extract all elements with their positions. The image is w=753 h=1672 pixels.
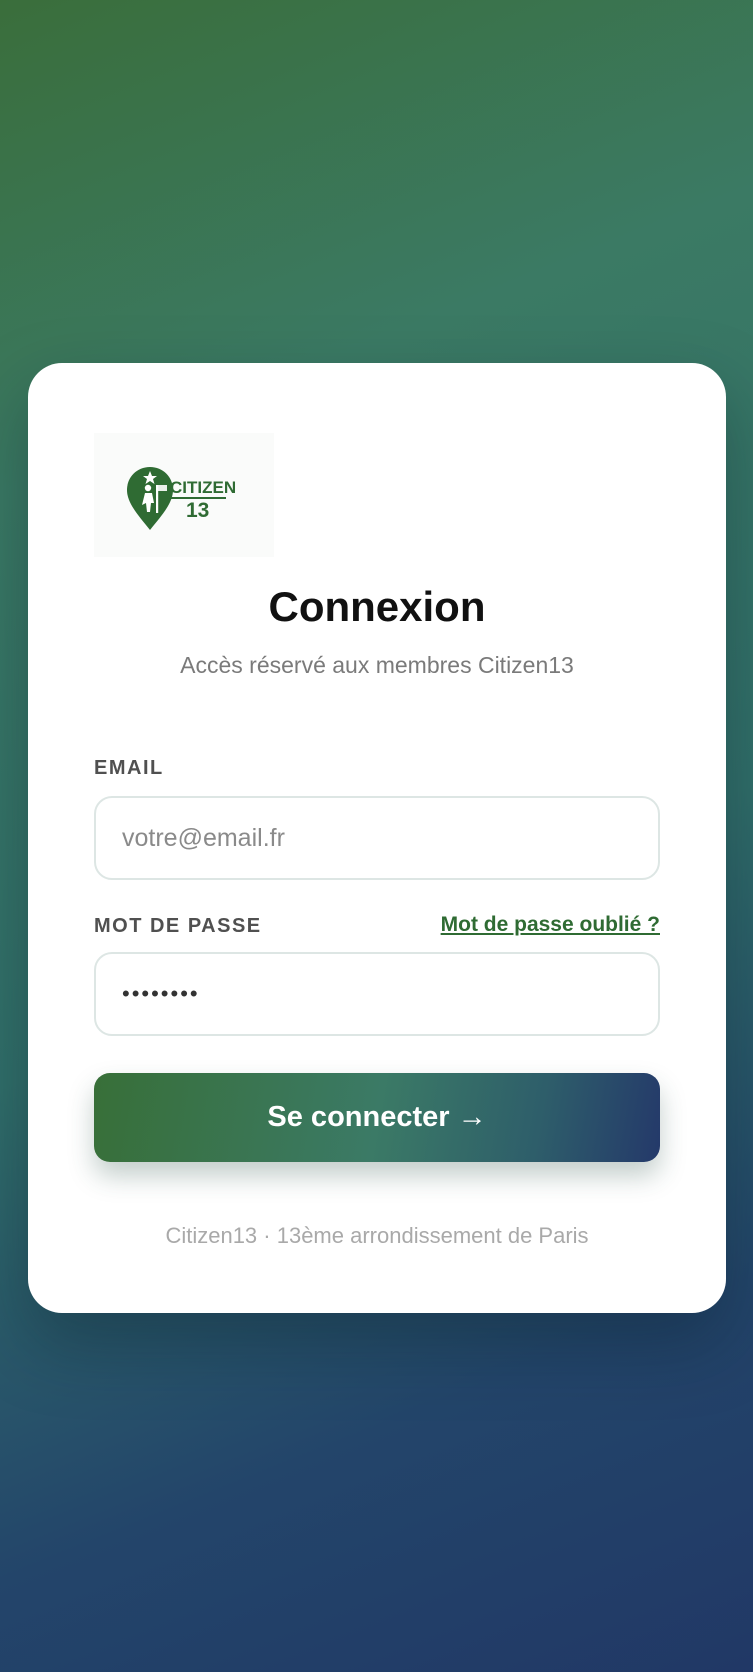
logo-mark: CITIZEN 13	[127, 467, 236, 530]
login-card: CITIZEN 13 Connexion Accès réservé aux m…	[28, 363, 726, 1313]
svg-text:CITIZEN: CITIZEN	[170, 478, 236, 497]
login-button[interactable]: Se connecter →	[94, 1073, 660, 1162]
page-title: Connexion	[268, 583, 486, 630]
footer-text: Citizen13 · 13ème arrondissement de Pari…	[165, 1223, 589, 1248]
email-label: EMAIL	[94, 757, 164, 779]
forgot-password-link[interactable]: Mot de passe oublié ?	[441, 913, 660, 937]
logo: CITIZEN 13	[94, 433, 274, 557]
password-label: MOT DE PASSE	[94, 915, 262, 937]
page-subtitle: Accès réservé aux membres Citizen13	[180, 652, 574, 678]
password-field[interactable]	[94, 952, 660, 1036]
svg-text:13: 13	[186, 499, 209, 522]
email-field[interactable]	[94, 796, 660, 880]
